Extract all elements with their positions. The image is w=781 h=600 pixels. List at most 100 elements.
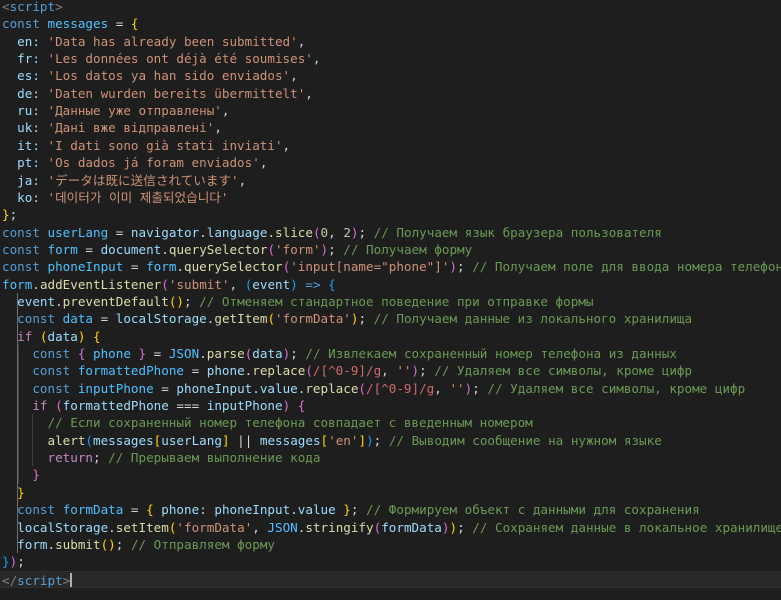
code-token: . [267, 224, 276, 240]
code-line[interactable]: it: 'I dati sono già stati inviati', [0, 137, 781, 154]
code-token: stringify [305, 519, 374, 535]
code-token: } [2, 207, 10, 223]
code-token: data [47, 328, 78, 344]
code-token: 'Daten wurden bereits übermittelt' [47, 85, 306, 101]
code-line[interactable]: ru: 'Данные уже отправлены', [0, 102, 781, 119]
code-token: = [108, 224, 131, 240]
code-token: { [297, 398, 306, 414]
code-line[interactable]: }); [0, 553, 781, 570]
code-line[interactable]: form.addEventListener('submit', (event) … [0, 276, 781, 293]
code-line[interactable]: <script> [0, 0, 781, 15]
code-token: parse [206, 346, 245, 361]
code-line[interactable]: event.preventDefault(); // Отменяем стан… [0, 293, 781, 310]
code-token: inputPhone [206, 398, 283, 414]
code-token: = [153, 380, 177, 396]
code-token: [ [320, 432, 329, 448]
code-token: messages [47, 16, 109, 32]
code-token: ja: [2, 172, 48, 188]
code-token: alert [2, 432, 86, 448]
code-line[interactable]: return; // Прерываем выполнение кода [0, 449, 781, 466]
code-token: , [305, 85, 313, 101]
code-line[interactable]: const userLang = navigator.language.slic… [0, 224, 781, 241]
code-line[interactable]: // Если сохраненный номер телефона совпа… [0, 414, 781, 431]
code-line[interactable]: ko: '데이터가 이미 제출되었습니다' [0, 189, 781, 206]
code-line[interactable]: const formData = { phone: phoneInput.val… [0, 501, 781, 518]
code-line[interactable]: const form = document.querySelector('for… [0, 241, 781, 258]
code-token: . [108, 519, 116, 535]
code-token: . [252, 380, 260, 396]
code-token: formattedPhone [62, 398, 169, 414]
code-line[interactable]: const inputPhone = phoneInput.value.repl… [0, 380, 781, 397]
code-token: => [297, 276, 329, 292]
code-line[interactable]: uk: 'Дані вже відправлені', [0, 119, 781, 136]
code-token: ) [350, 224, 359, 240]
code-token: // Удаляем все символы, кроме цифр [487, 380, 746, 396]
code-token: // Получаем язык браузера пользователя [373, 224, 662, 240]
code-token: const [2, 224, 48, 240]
code-token: phone [161, 502, 200, 518]
code-token: === [168, 398, 207, 414]
code-token: JSON [168, 346, 200, 361]
code-line[interactable]: const messages = { [0, 15, 781, 32]
code-token: en: [2, 33, 48, 49]
code-line[interactable]: const formattedPhone = phone.replace(/[^… [0, 362, 781, 379]
code-line[interactable]: const phoneInput = form.querySelector('i… [0, 258, 781, 275]
code-token: script [9, 0, 56, 14]
code-token: messages [93, 432, 154, 448]
code-line[interactable]: </script> [0, 570, 781, 588]
code-token: ; [184, 293, 200, 309]
code-token: data [252, 346, 283, 361]
code-line[interactable]: ja: 'データは既に送信されています', [0, 172, 781, 189]
code-token: () [168, 293, 184, 309]
code-line[interactable]: } [0, 466, 781, 483]
code-token: event [252, 276, 291, 292]
code-token: , [297, 33, 306, 49]
code-token: const [2, 380, 78, 396]
code-line[interactable]: es: 'Los datos ya han sido enviados', [0, 67, 781, 84]
code-token: ( [55, 398, 63, 414]
code-token: { [146, 502, 162, 518]
code-line[interactable]: form.submit(); // Отправляем форму [0, 536, 781, 553]
code-token: ( [305, 363, 313, 379]
code-token: /[^0-9]/g [366, 380, 435, 396]
code-line[interactable]: alert(messages[userLang] || messages['en… [0, 432, 781, 449]
code-token: ; [350, 502, 367, 518]
code-line[interactable]: if (formattedPhone === inputPhone) { [0, 397, 781, 414]
code-token: '' [396, 363, 412, 379]
code-line[interactable]: } [0, 484, 781, 501]
code-token: value [259, 380, 298, 396]
code-token: ( [358, 380, 367, 396]
text-cursor [70, 572, 73, 587]
code-token: '데이터가 이미 제출되었습니다' [47, 189, 229, 205]
code-token: , [259, 155, 268, 171]
code-line[interactable]: if (data) { [0, 328, 781, 345]
code-token: { [130, 16, 139, 32]
code-token: , [434, 380, 450, 396]
code-token: // Формируем объект с данными для сохран… [366, 502, 700, 518]
code-token: </ [2, 572, 18, 588]
code-line[interactable]: }; [0, 206, 781, 223]
code-token: ( [267, 311, 276, 327]
code-token: const [2, 363, 78, 379]
code-token: // Получаем данные из локального хранили… [373, 311, 693, 327]
code-line[interactable]: localStorage.setItem('formData', JSON.st… [0, 519, 781, 536]
code-line[interactable]: const data = localStorage.getItem('formD… [0, 310, 781, 327]
code-line[interactable]: de: 'Daten wurden bereits übermittelt', [0, 85, 781, 102]
code-editor[interactable]: <script> const messages = { en: 'Data has… [0, 0, 781, 600]
code-token: 'formData' [176, 519, 253, 535]
code-token: . [176, 259, 185, 275]
code-token: localStorage [115, 311, 207, 327]
code-token: language [206, 224, 268, 240]
code-line[interactable]: pt: 'Os dados já foram enviados', [0, 154, 781, 171]
code-line[interactable]: en: 'Data has already been submitted', [0, 33, 781, 50]
code-token: const [2, 241, 48, 257]
code-line[interactable]: fr: 'Les données ont déjà été soumises', [0, 50, 781, 67]
code-token: es: [2, 68, 48, 84]
code-token: querySelector [168, 241, 268, 257]
code-token: replace [305, 380, 359, 396]
code-line[interactable]: const { phone } = JSON.parse(data); // И… [0, 345, 781, 362]
code-token: value [297, 502, 336, 518]
code-token: . [32, 276, 40, 292]
code-token: uk: [2, 120, 48, 136]
code-token: it: [2, 137, 48, 153]
